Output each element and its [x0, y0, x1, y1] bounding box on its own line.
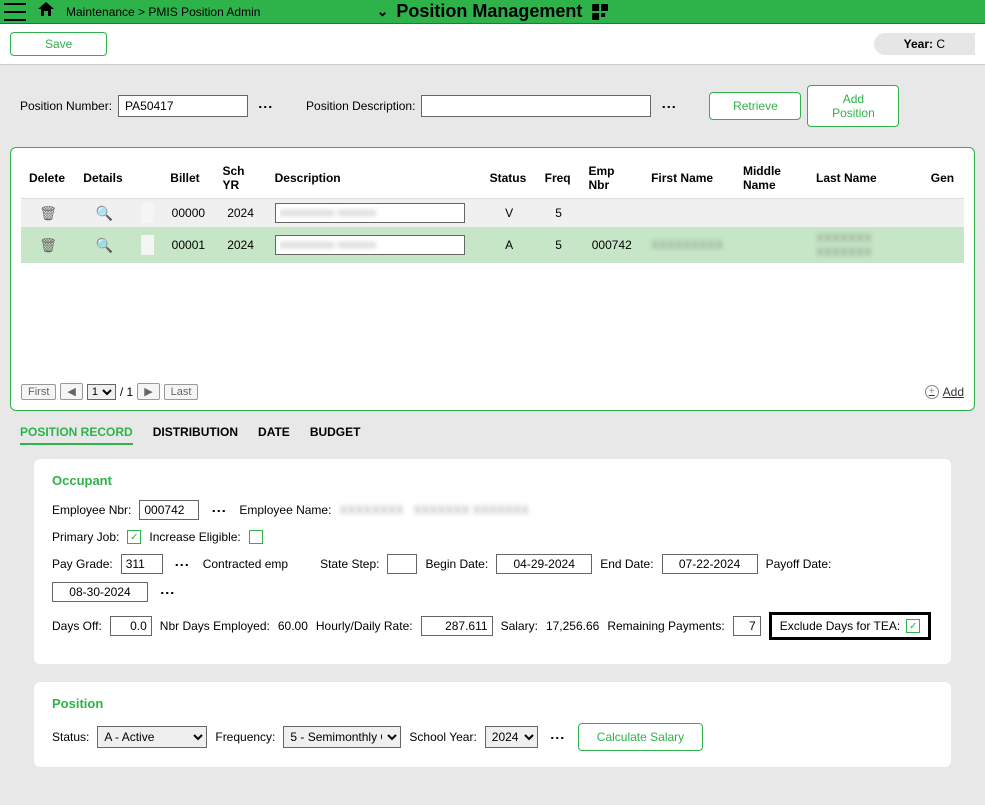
table-row[interactable]: 🗑 🔍 00000 2024 V 5	[21, 199, 964, 228]
year-indicator: Year: C	[874, 33, 975, 55]
col-desc: Description	[267, 158, 482, 199]
posdesc-input[interactable]	[421, 95, 651, 117]
plus-icon: +	[925, 385, 939, 399]
exclude-tea-highlight: Exclude Days for TEA: ✓	[769, 612, 932, 640]
col-mname: Middle Name	[735, 158, 808, 199]
magnifier-icon[interactable]: 🔍	[95, 237, 112, 253]
posnum-label: Position Number:	[20, 99, 112, 113]
schoolyear-options-icon[interactable]: ⋮	[546, 731, 570, 743]
col-fname: First Name	[643, 158, 735, 199]
magnifier-icon[interactable]: 🔍	[95, 205, 112, 221]
tab-distribution[interactable]: DISTRIBUTION	[153, 425, 238, 445]
table-row[interactable]: 🗑 🔍 00001 2024 A 5 000742 XXXXXXXXX XXXX…	[21, 227, 964, 263]
status-select[interactable]: A - Active	[97, 726, 207, 748]
last-page-button[interactable]: Last	[164, 384, 199, 400]
occupant-title: Occupant	[52, 473, 933, 488]
empname-value: XXXXXXXX XXXXXXX XXXXXXX	[339, 503, 528, 517]
enddate-input[interactable]	[662, 554, 758, 574]
payoffdate-input[interactable]	[52, 582, 148, 602]
statestep-input[interactable]	[387, 554, 417, 574]
page-total: / 1	[120, 385, 133, 399]
col-schyr: Sch YR	[214, 158, 266, 199]
home-icon[interactable]	[38, 2, 54, 21]
posnum-input[interactable]	[118, 95, 248, 117]
primary-job-checkbox[interactable]: ✓	[127, 530, 141, 544]
daysoff-input[interactable]	[110, 616, 152, 636]
paygrade-input[interactable]	[121, 554, 163, 574]
desc-input[interactable]	[275, 235, 465, 255]
trash-icon[interactable]: 🗑	[39, 237, 57, 253]
paygrade-desc: Contracted emp	[203, 557, 288, 571]
col-empnbr: Emp Nbr	[580, 158, 643, 199]
desc-input[interactable]	[275, 203, 465, 223]
nbrdays-value: 60.00	[278, 619, 308, 633]
next-page-button[interactable]: ▶	[137, 383, 159, 400]
col-billet: Billet	[162, 158, 214, 199]
remaining-input[interactable]	[733, 616, 761, 636]
apps-icon[interactable]	[592, 4, 608, 20]
exclude-tea-checkbox[interactable]: ✓	[906, 619, 920, 633]
col-gen: Gen	[923, 158, 964, 199]
tab-date[interactable]: DATE	[258, 425, 290, 445]
posnum-options-icon[interactable]: ⋮	[254, 100, 278, 112]
begindate-input[interactable]	[496, 554, 592, 574]
calculate-salary-button[interactable]: Calculate Salary	[578, 723, 703, 751]
trash-icon[interactable]: 🗑	[39, 205, 57, 221]
save-button[interactable]: Save	[10, 32, 107, 56]
frequency-select[interactable]: 5 - Semimonthly CYR	[283, 726, 401, 748]
menu-icon[interactable]	[4, 3, 26, 21]
rate-input[interactable]	[421, 616, 493, 636]
prev-page-button[interactable]: ◀	[60, 383, 82, 400]
increase-eligible-checkbox[interactable]	[249, 530, 263, 544]
retrieve-button[interactable]: Retrieve	[709, 92, 801, 120]
col-status: Status	[482, 158, 537, 199]
tab-position-record[interactable]: POSITION RECORD	[20, 425, 133, 445]
col-details: Details	[75, 158, 133, 199]
empnbr-input[interactable]	[139, 500, 199, 520]
empnbr-options-icon[interactable]: ⋮	[207, 504, 231, 516]
position-title: Position	[52, 696, 933, 711]
page-select[interactable]: 1	[87, 384, 116, 400]
add-row-link[interactable]: +Add	[925, 385, 964, 399]
paygrade-options-icon[interactable]: ⋮	[171, 558, 195, 570]
breadcrumb: Maintenance > PMIS Position Admin	[66, 5, 260, 19]
schoolyear-select[interactable]: 2024	[485, 726, 538, 748]
chevron-down-icon[interactable]: ⌄	[377, 3, 389, 20]
payoffdate-options-icon[interactable]: ⋮	[156, 586, 180, 598]
add-position-button[interactable]: Add Position	[807, 85, 899, 127]
posdesc-options-icon[interactable]: ⋮	[657, 100, 681, 112]
tab-budget[interactable]: BUDGET	[310, 425, 361, 445]
posdesc-label: Position Description:	[306, 99, 415, 113]
salary-value: 17,256.66	[546, 619, 599, 633]
page-title: Position Management	[396, 1, 582, 22]
col-freq: Freq	[537, 158, 581, 199]
col-lname: Last Name	[808, 158, 923, 199]
first-page-button[interactable]: First	[21, 384, 56, 400]
col-delete: Delete	[21, 158, 75, 199]
